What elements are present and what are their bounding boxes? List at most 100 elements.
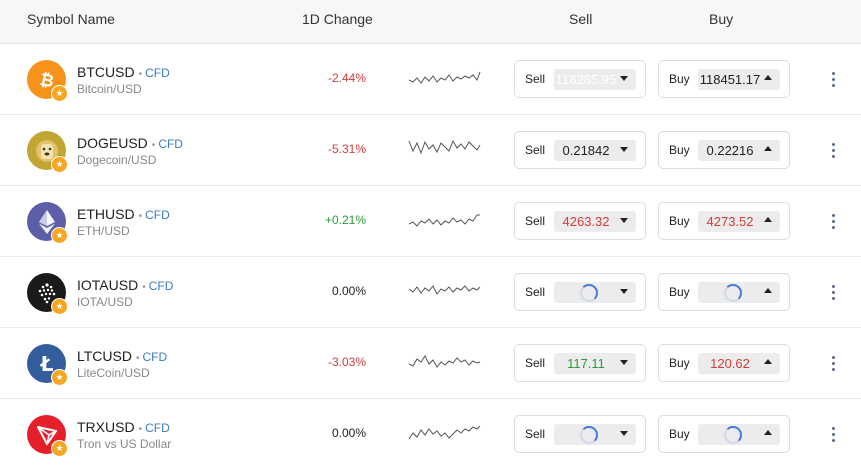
separator-dot: • bbox=[142, 282, 146, 293]
loading-spinner-icon bbox=[580, 426, 598, 444]
symbol-description: LiteCoin/USD bbox=[77, 366, 150, 380]
sell-label: Sell bbox=[525, 72, 546, 86]
symbol-name[interactable]: DOGEUSD • CFD bbox=[77, 135, 183, 151]
sell-button[interactable]: Sell bbox=[514, 415, 646, 453]
star-badge-icon: ★ bbox=[51, 440, 68, 457]
sparkline-chart bbox=[408, 285, 481, 295]
caret-up-icon bbox=[764, 75, 772, 80]
separator-dot: • bbox=[138, 424, 143, 435]
symbol-name[interactable]: IOTAUSD • CFD bbox=[77, 277, 173, 293]
buy-button[interactable]: Buy 4273.52 bbox=[658, 202, 790, 240]
table-row[interactable]: ₿ ★ BTCUSD • CFD Bitcoin/USD -2.44% Sell 1… bbox=[0, 44, 861, 115]
table-row[interactable]: ★ TRXUSD • CFD Tron vs US Dollar 0.00% Sel… bbox=[0, 399, 861, 470]
sell-price: 118285.95 bbox=[555, 72, 617, 87]
more-options-icon[interactable] bbox=[828, 426, 840, 444]
buy-button[interactable]: Buy 120.62 bbox=[658, 344, 790, 382]
caret-down-icon bbox=[620, 289, 628, 294]
table-row[interactable]: Ł ★ LTCUSD • CFD LiteCoin/USD -3.03% Sell … bbox=[0, 328, 861, 399]
table-row[interactable]: ★ ETHUSD • CFD ETH/USD +0.21% Sell 4263.32… bbox=[0, 186, 861, 257]
symbol-name[interactable]: TRXUSD • CFD bbox=[77, 419, 170, 435]
buy-button[interactable]: Buy 118451.17 bbox=[658, 60, 790, 98]
buy-label: Buy bbox=[669, 143, 690, 157]
symbol-name[interactable]: ETHUSD • CFD bbox=[77, 206, 170, 222]
caret-up-icon bbox=[764, 430, 772, 435]
table-row[interactable]: ★ IOTAUSD • CFD IOTA/USD 0.00% Sell Buy bbox=[0, 257, 861, 328]
daily-change: -2.44% bbox=[327, 71, 366, 85]
buy-button[interactable]: Buy bbox=[658, 273, 790, 311]
star-badge-icon: ★ bbox=[51, 227, 68, 244]
symbol-description: IOTA/USD bbox=[77, 295, 133, 309]
dogecoin-icon: ★ bbox=[27, 131, 68, 173]
cfd-tag: CFD bbox=[145, 66, 170, 80]
symbol-name[interactable]: LTCUSD • CFD bbox=[77, 348, 167, 364]
sell-button[interactable]: Sell 117.11 bbox=[514, 344, 646, 382]
more-options-icon[interactable] bbox=[828, 284, 840, 302]
sell-price-box: 118285.95 bbox=[554, 69, 636, 90]
sparkline-chart bbox=[408, 71, 481, 84]
buy-label: Buy bbox=[669, 72, 690, 86]
table-header: Symbol Name 1D Change Sell Buy bbox=[0, 0, 861, 44]
symbol-list: ₿ ★ BTCUSD • CFD Bitcoin/USD -2.44% Sell 1… bbox=[0, 44, 861, 470]
sell-button[interactable]: Sell 0.21842 bbox=[514, 131, 646, 169]
buy-price: 0.22216 bbox=[706, 143, 754, 158]
symbol-ticker: LTCUSD bbox=[77, 348, 132, 364]
symbol-description: Bitcoin/USD bbox=[77, 82, 142, 96]
caret-up-icon bbox=[764, 217, 772, 222]
symbol-name[interactable]: BTCUSD • CFD bbox=[77, 64, 170, 80]
sell-label: Sell bbox=[525, 427, 546, 441]
sell-price-box: 117.11 bbox=[554, 353, 636, 374]
buy-button[interactable]: Buy 0.22216 bbox=[658, 131, 790, 169]
cfd-tag: CFD bbox=[145, 421, 170, 435]
header-buy: Buy bbox=[709, 11, 734, 27]
buy-label: Buy bbox=[669, 214, 690, 228]
buy-button[interactable]: Buy bbox=[658, 415, 790, 453]
sell-label: Sell bbox=[525, 285, 546, 299]
more-options-icon[interactable] bbox=[828, 355, 840, 373]
loading-spinner-icon bbox=[724, 284, 742, 302]
buy-price: 118451.17 bbox=[699, 72, 761, 87]
bitcoin-icon: ₿ ★ bbox=[27, 60, 68, 102]
svg-text:Ł: Ł bbox=[39, 353, 53, 375]
sell-price: 4263.32 bbox=[562, 214, 610, 229]
sparkline-chart bbox=[408, 214, 480, 227]
more-options-icon[interactable] bbox=[828, 71, 840, 89]
sell-price-box: 4263.32 bbox=[554, 211, 636, 232]
sparkline-chart bbox=[408, 355, 481, 368]
more-options-icon[interactable] bbox=[828, 213, 840, 231]
buy-price-box: 120.62 bbox=[698, 353, 780, 374]
buy-price: 4273.52 bbox=[706, 214, 754, 229]
sell-button[interactable]: Sell 118285.95 bbox=[514, 60, 646, 98]
daily-change: -5.31% bbox=[327, 142, 366, 156]
caret-down-icon bbox=[620, 218, 628, 223]
table-row[interactable]: ★ DOGEUSD • CFD Dogecoin/USD -5.31% Sell 0… bbox=[0, 115, 861, 186]
sell-price: 117.11 bbox=[567, 356, 605, 371]
symbol-ticker: TRXUSD bbox=[77, 419, 135, 435]
star-badge-icon: ★ bbox=[51, 156, 68, 173]
tron-icon: ★ bbox=[27, 415, 68, 457]
sell-button[interactable]: Sell bbox=[514, 273, 646, 311]
daily-change: 0.00% bbox=[331, 284, 366, 298]
separator-dot: • bbox=[135, 353, 140, 364]
buy-price: 120.62 bbox=[710, 356, 750, 371]
symbol-ticker: BTCUSD bbox=[77, 64, 135, 80]
symbol-description: Tron vs US Dollar bbox=[77, 437, 172, 451]
buy-price-box: 0.22216 bbox=[698, 140, 780, 161]
sell-button[interactable]: Sell 4263.32 bbox=[514, 202, 646, 240]
star-badge-icon: ★ bbox=[51, 85, 68, 102]
more-options-icon[interactable] bbox=[828, 142, 840, 160]
sell-price-box bbox=[554, 282, 636, 303]
separator-dot: • bbox=[151, 140, 156, 151]
cfd-tag: CFD bbox=[145, 208, 170, 222]
loading-spinner-icon bbox=[724, 426, 742, 444]
buy-price-box: 118451.17 bbox=[698, 69, 780, 90]
sell-label: Sell bbox=[525, 356, 546, 370]
symbol-ticker: ETHUSD bbox=[77, 206, 135, 222]
separator-dot: • bbox=[138, 69, 143, 80]
litecoin-icon: Ł ★ bbox=[27, 344, 68, 386]
header-sell: Sell bbox=[569, 11, 593, 27]
sell-price-box: 0.21842 bbox=[554, 140, 636, 161]
caret-down-icon bbox=[620, 431, 628, 436]
caret-up-icon bbox=[764, 146, 772, 151]
sell-price-box bbox=[554, 424, 636, 445]
header-symbol-name: Symbol Name bbox=[27, 11, 115, 27]
